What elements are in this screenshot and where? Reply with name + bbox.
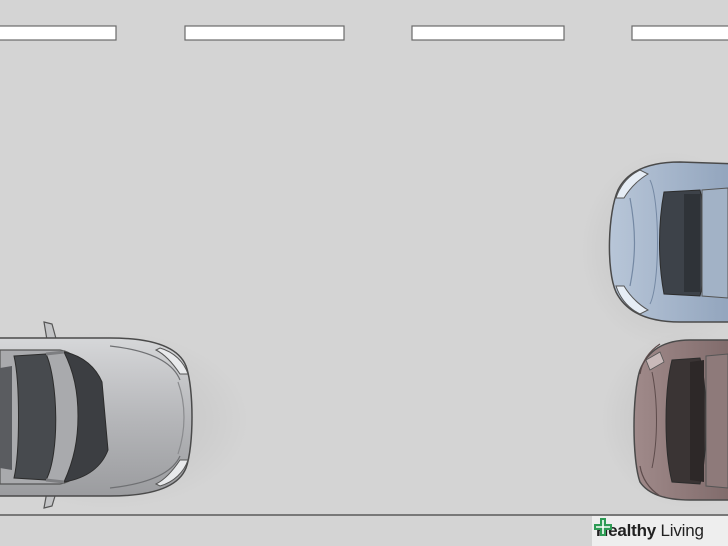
lane-dash	[0, 25, 117, 41]
parked-car-left	[0, 321, 193, 509]
lane-dash	[631, 25, 728, 41]
green-cross-icon	[594, 518, 612, 536]
watermark: Healthy Living	[592, 516, 728, 546]
lane-dash	[184, 25, 345, 41]
watermark-brand-regular: Living	[656, 521, 704, 540]
road-illustration	[0, 0, 728, 546]
lane-dash	[411, 25, 565, 41]
parked-car-rear	[633, 339, 728, 501]
parking-scene: Healthy Living	[0, 0, 728, 546]
parked-car-front	[608, 161, 728, 323]
